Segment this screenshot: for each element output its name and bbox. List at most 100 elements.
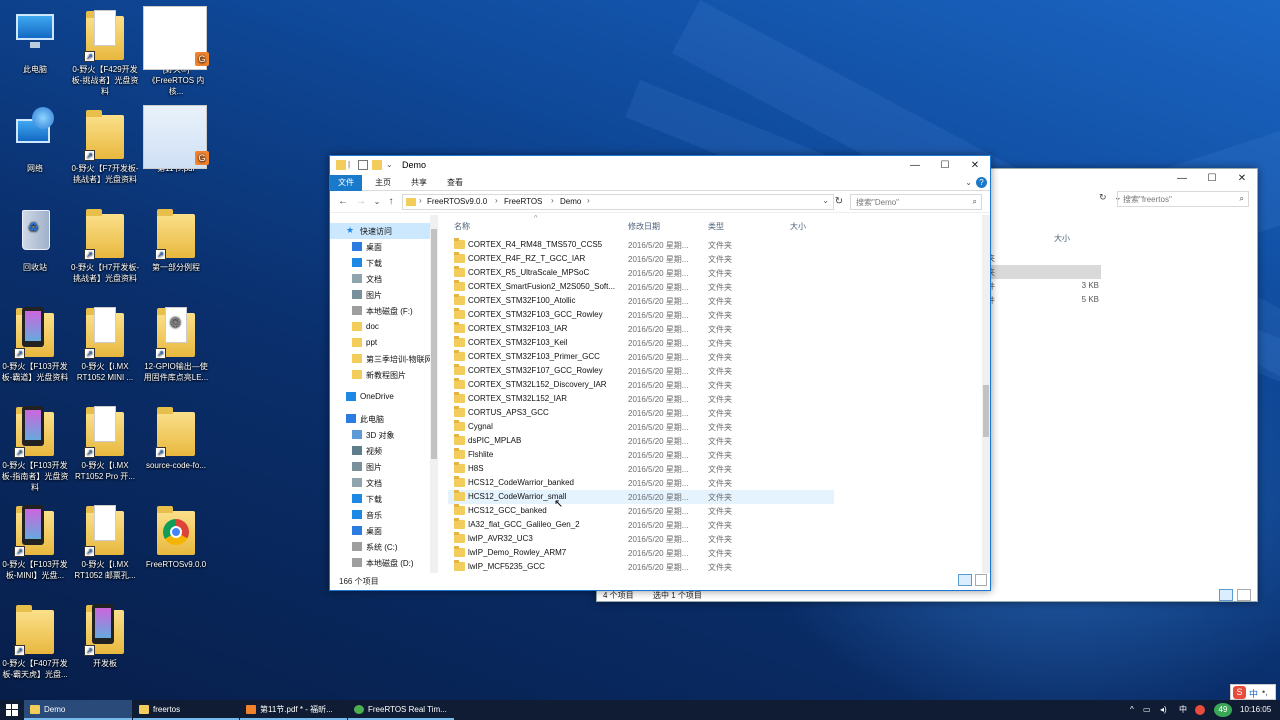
tab-share[interactable]: 共享 [403, 175, 435, 191]
volume-icon[interactable]: ◂) [1160, 700, 1167, 720]
table-row[interactable]: IA32_flat_GCC_Galileo_Gen_2 2016/5/20 星期.… [448, 518, 834, 532]
desktop-icon-item[interactable]: ↗ source-code-fo... [141, 402, 211, 471]
column-header-date[interactable]: 修改日期 [628, 221, 660, 232]
table-row[interactable]: CORTEX_STM32F103_Primer_GCC 2016/5/20 星期.… [448, 350, 834, 364]
help-icon[interactable]: ? [976, 177, 987, 188]
table-row[interactable]: CORTEX_STM32F103_GCC_Rowley 2016/5/20 星期.… [448, 308, 834, 322]
forward-arrow-icon[interactable]: → [354, 195, 368, 209]
column-header-type[interactable]: 类型 [708, 221, 724, 232]
desktop-icon-item[interactable]: ↗ 0-野火【F103开发板-霸道】光盘资料 [0, 303, 70, 383]
column-header-size[interactable]: 大小 [1054, 233, 1070, 244]
recent-locations-icon[interactable]: ⌄ [370, 195, 384, 209]
customize-toolbar-icon[interactable]: ⌄ [386, 160, 396, 170]
table-row[interactable]: CORTEX_STM32F103_IAR 2016/5/20 星期... 文件夹 [448, 322, 834, 336]
details-view-icon[interactable] [958, 574, 972, 586]
table-row[interactable]: CORTEX_STM32L152_IAR 2016/5/20 星期... 文件夹 [448, 392, 834, 406]
list-item[interactable]: 件5 KB [985, 293, 1101, 307]
desktop-icon-item[interactable]: 网络 [0, 105, 70, 174]
nav-item[interactable]: 新教程图片 [330, 367, 438, 383]
file-scrollbar-thumb[interactable] [983, 385, 989, 437]
large-icons-view-icon[interactable] [975, 574, 987, 586]
search-input[interactable]: 搜索"Demo" ⌕ [850, 194, 982, 210]
breadcrumb-item[interactable]: Demo [560, 197, 581, 206]
nav-item[interactable]: 系统 (C:) [330, 539, 438, 555]
address-bar[interactable]: › FreeRTOSv9.0.0 › FreeRTOS › Demo › ⌄ [402, 194, 834, 210]
table-row[interactable]: Flshlite 2016/5/20 星期... 文件夹 [448, 448, 834, 462]
expand-ribbon-icon[interactable]: ⌄ [965, 178, 972, 187]
table-row[interactable]: CORTEX_R4F_RZ_T_GCC_IAR 2016/5/20 星期... 文件… [448, 252, 834, 266]
breadcrumb-item[interactable]: FreeRTOSv9.0.0 [427, 197, 487, 206]
chevron-right-icon[interactable]: › [551, 196, 554, 205]
nav-item[interactable]: 图片 [330, 459, 438, 475]
desktop-icon-item[interactable]: ↗ 0-野火【F7开发板-挑战者】光盘资料 [70, 105, 140, 185]
nav-item[interactable]: 3D 对象 [330, 427, 438, 443]
nav-item[interactable]: ★ 快速访问 [330, 223, 438, 239]
nav-item[interactable]: 音乐 [330, 507, 438, 523]
list-item[interactable]: 夹 [985, 251, 1101, 265]
refresh-icon[interactable]: ↻ [832, 195, 846, 209]
tray-badge[interactable]: 49 [1214, 703, 1232, 717]
table-row[interactable]: HCS12_CodeWarrior_small 2016/5/20 星期... 文件… [448, 490, 834, 504]
column-header-name[interactable]: 名称 [454, 221, 470, 232]
table-row[interactable]: CORTEX_R4_RM48_TMS570_CCS5 2016/5/20 星期..… [448, 238, 834, 252]
taskbar-item[interactable]: FreeRTOS Real Tim... [348, 700, 454, 720]
refresh-icon[interactable]: ↻ [1099, 192, 1107, 203]
table-row[interactable]: lwIP_AVR32_UC3 2016/5/20 星期... 文件夹 [448, 532, 834, 546]
nav-item[interactable]: 本地磁盘 (D:) [330, 555, 438, 571]
address-dropdown-icon[interactable]: ⌄ [822, 196, 829, 205]
maximize-button[interactable]: ☐ [1197, 169, 1227, 188]
desktop-icon-item[interactable]: G[野火®]《FreeRTOS 内核... [141, 6, 211, 97]
sogou-icon[interactable] [1195, 700, 1205, 720]
maximize-button[interactable]: ☐ [930, 156, 960, 175]
breadcrumb-item[interactable]: FreeRTOS [504, 197, 542, 206]
desktop-icon-item[interactable]: ↗ 0-野火【F429开发板-挑战者】光盘资料 [70, 6, 140, 97]
nav-item[interactable]: 第三季培训-物联网 [330, 351, 438, 367]
large-icons-view-icon[interactable] [1237, 589, 1251, 601]
table-row[interactable]: Cygnal 2016/5/20 星期... 文件夹 [448, 420, 834, 434]
taskbar-item[interactable]: 第11节.pdf * - 福昕... [240, 700, 347, 720]
punctuation-icon[interactable]: •, [1262, 687, 1268, 697]
start-windows-icon[interactable] [6, 704, 18, 716]
taskbar-item[interactable]: freertos [133, 700, 239, 720]
file-scrollbar[interactable] [982, 215, 990, 573]
desktop-icon-item[interactable]: ↗ 0-野火【i.MX RT1052 邮票孔... [70, 501, 140, 581]
nav-item[interactable]: doc [330, 319, 438, 335]
desktop-icon-item[interactable]: G第11节.pdf [141, 105, 211, 174]
new-folder-icon[interactable] [372, 160, 382, 170]
table-row[interactable]: CORTEX_SmartFusion2_M2S050_Soft... 2016/5… [448, 280, 834, 294]
taskbar-item[interactable]: Demo [24, 700, 132, 720]
properties-icon[interactable] [358, 160, 368, 170]
nav-item[interactable]: 图片⊸ [330, 287, 438, 303]
desktop-icon-item[interactable]: ⚙ ↗ 12-GPIO输出—使用固件库点亮LE... [141, 303, 211, 383]
close-button[interactable]: ✕ [960, 156, 990, 175]
table-row[interactable]: CORTEX_STM32F100_Atollic 2016/5/20 星期... 文… [448, 294, 834, 308]
search-input[interactable]: 搜索"freertos" ⌕ [1117, 191, 1249, 207]
table-row[interactable]: CORTEX_R5_UltraScale_MPSoC 2016/5/20 星期..… [448, 266, 834, 280]
desktop-icon-item[interactable]: ♻ 回收站 [0, 204, 70, 273]
column-header-size[interactable]: 大小 [790, 221, 806, 232]
ime-floating-toolbar[interactable]: S 中 •, [1230, 684, 1276, 700]
file-list[interactable]: 名称 修改日期 类型 大小 ^ CORTEX_R4_RM48_TMS570_CC… [448, 215, 982, 573]
nav-scrollbar-thumb[interactable] [431, 229, 437, 459]
nav-item[interactable]: 下载 [330, 491, 438, 507]
ime-indicator[interactable]: 中 [1179, 700, 1187, 720]
table-row[interactable]: HCS12_GCC_banked 2016/5/20 星期... 文件夹 [448, 504, 834, 518]
nav-item[interactable]: 下载⊸ [330, 255, 438, 271]
nav-item[interactable]: 文档⊸ [330, 271, 438, 287]
nav-item[interactable]: 此电脑 [330, 411, 438, 427]
back-arrow-icon[interactable]: ← [336, 195, 350, 209]
tab-file[interactable]: 文件 [330, 175, 362, 191]
desktop-icon-item[interactable]: FreeRTOSv9.0.0 [141, 501, 211, 570]
minimize-button[interactable]: — [1167, 169, 1197, 188]
desktop-icon-item[interactable]: 此电脑 [0, 6, 70, 75]
nav-item[interactable]: 文档 [330, 475, 438, 491]
desktop-icon-item[interactable]: ↗ 开发板 [70, 600, 140, 669]
table-row[interactable]: CORTEX_STM32F103_Keil 2016/5/20 星期... 文件夹 [448, 336, 834, 350]
minimize-button[interactable]: — [900, 156, 930, 175]
nav-scrollbar[interactable] [430, 215, 438, 573]
nav-item[interactable]: OneDrive [330, 389, 438, 405]
table-row[interactable]: HCS12_CodeWarrior_banked 2016/5/20 星期... 文… [448, 476, 834, 490]
table-row[interactable]: CORTEX_STM32L152_Discovery_IAR 2016/5/20 … [448, 378, 834, 392]
tray-expand-icon[interactable]: ^ [1130, 700, 1134, 720]
explorer-window-demo[interactable]: | ⌄ Demo — ☐ ✕ 文件 主页 共享 查看 ⌄ ? ← → ⌄ ↑ ›… [329, 155, 991, 591]
